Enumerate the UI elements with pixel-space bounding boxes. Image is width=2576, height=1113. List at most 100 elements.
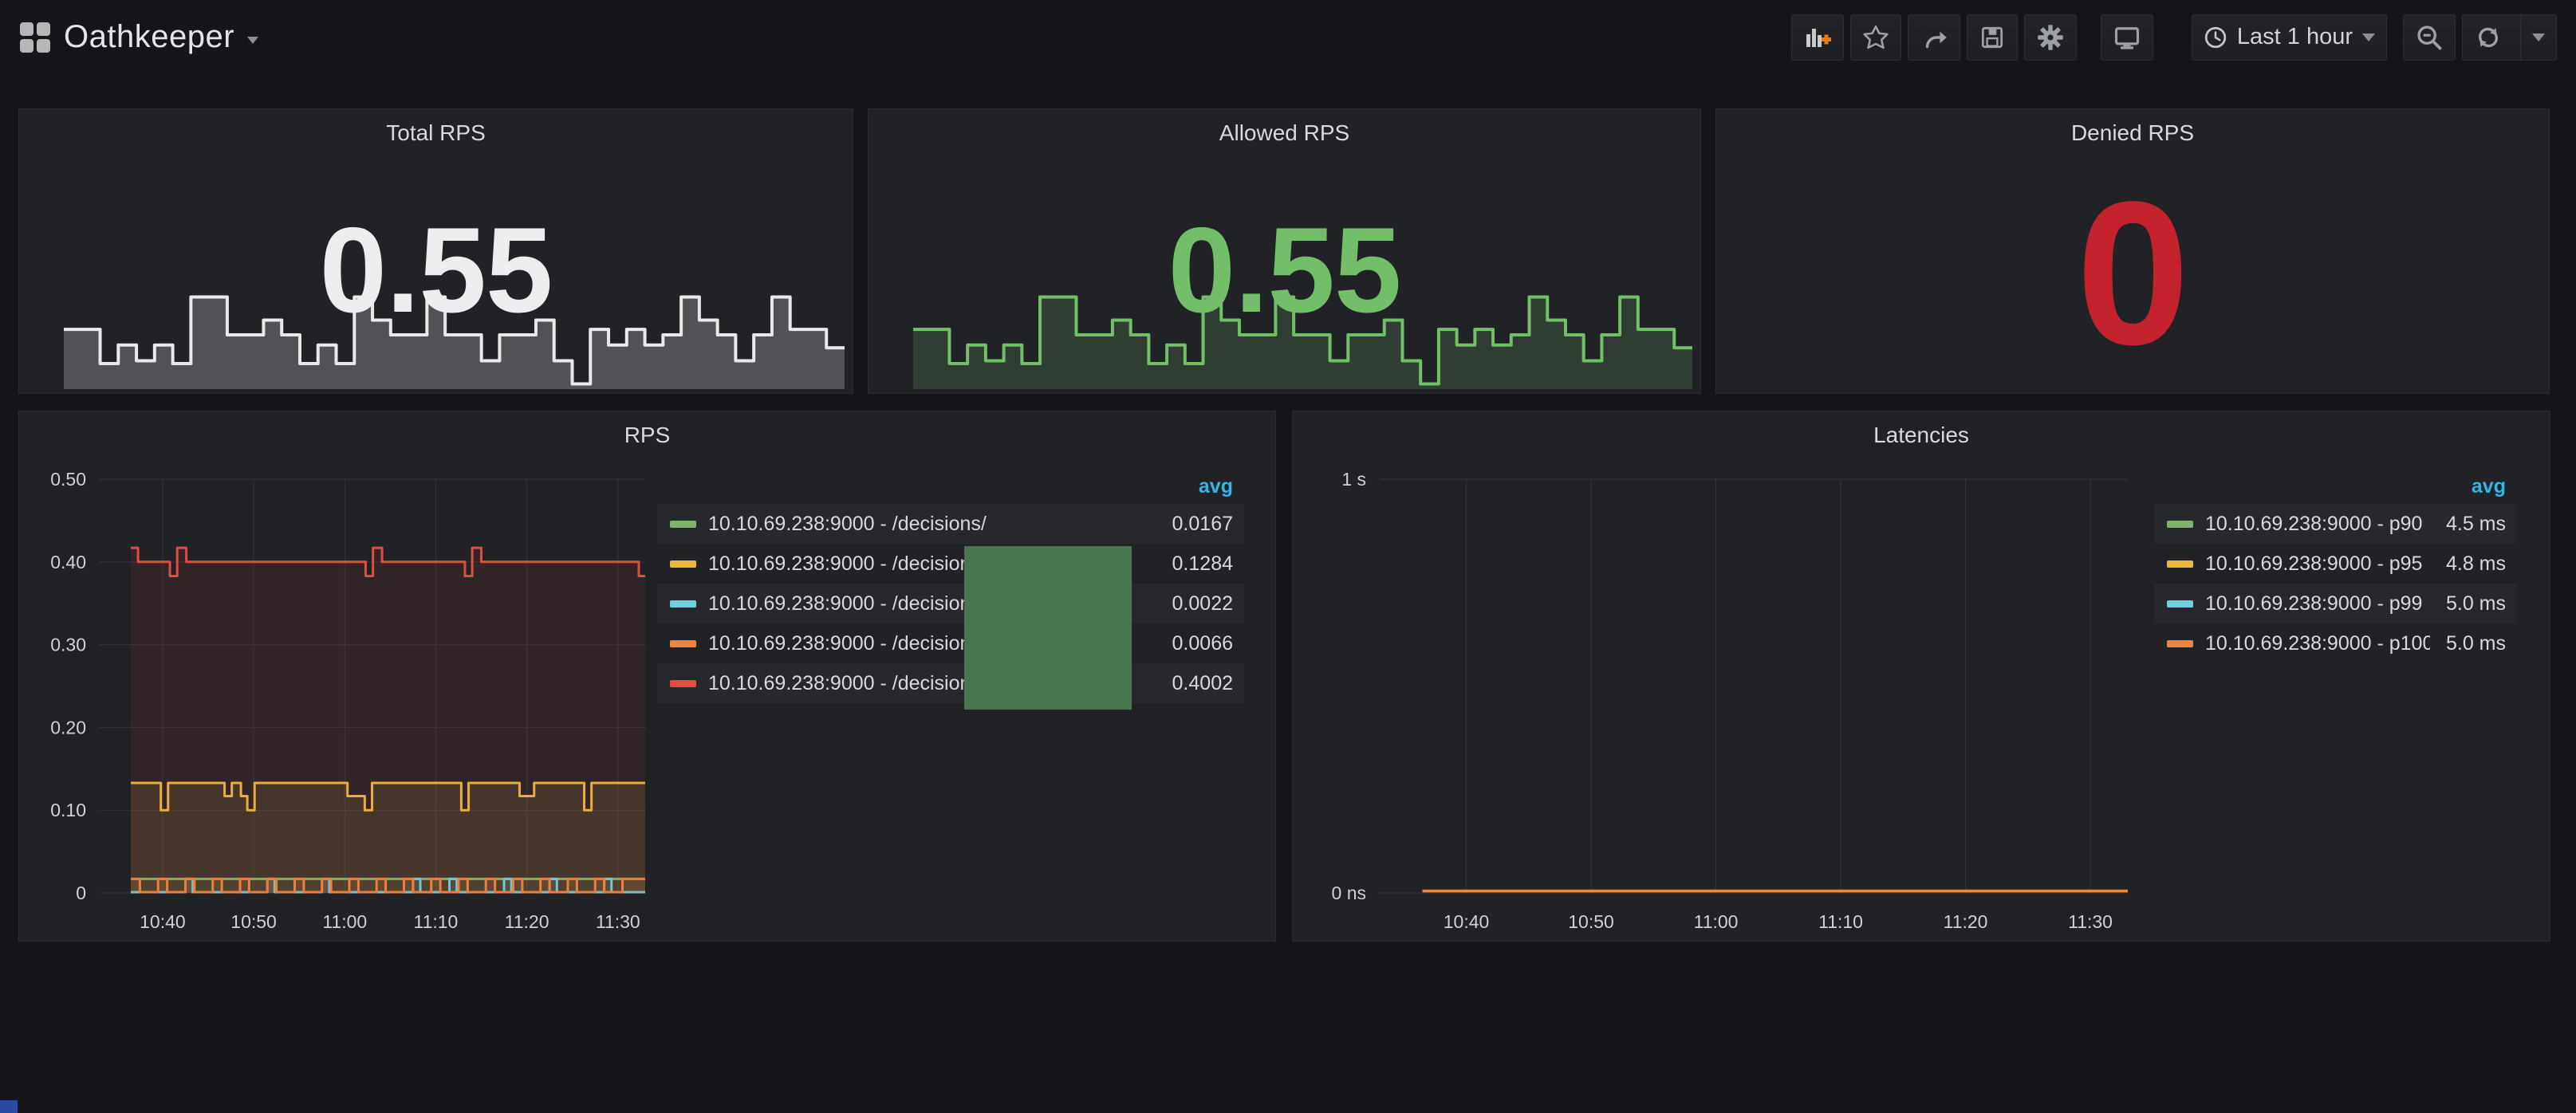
series-color-swatch <box>670 600 696 608</box>
series-avg-value: 0.1284 <box>1172 553 1233 576</box>
legend-row[interactable]: 10.10.69.238:9000 - /decisions/0.1284 <box>657 544 1244 584</box>
dashboard-title-caret-icon <box>247 37 258 44</box>
series-name: 10.10.69.238:9000 - p99 <box>2205 592 2430 615</box>
save-icon <box>1979 24 2006 51</box>
series-color-swatch <box>670 521 696 528</box>
dashboard-title: Oathkeeper <box>64 19 234 55</box>
dashboard-grid-icon <box>19 22 51 53</box>
legend-row[interactable]: 10.10.69.238:9000 - p99 5.0 ms <box>2154 584 2517 623</box>
legend-row[interactable]: 10.10.69.238:9000 - /decisions/0.0167 <box>657 504 1244 544</box>
allowed-rps-value: 0.55 <box>869 210 1700 331</box>
series-avg-value: 5.0 ms <box>2446 592 2506 615</box>
graph-panel-rps: RPS 00.100.200.300.400.5010:4010:5011:00… <box>18 411 1276 942</box>
green-overlay-box <box>964 546 1132 710</box>
svg-text:0.30: 0.30 <box>50 635 86 655</box>
tv-mode-button[interactable] <box>2101 14 2153 61</box>
legend-avg-header[interactable]: avg <box>2154 469 2517 504</box>
series-color-swatch <box>2167 640 2193 647</box>
panel-title[interactable]: Total RPS <box>19 120 853 146</box>
panel-title[interactable]: Allowed RPS <box>869 120 1700 146</box>
svg-text:11:10: 11:10 <box>1818 911 1863 932</box>
refresh-icon <box>2474 23 2503 52</box>
svg-text:11:30: 11:30 <box>2068 911 2113 932</box>
series-name: 10.10.69.238:9000 - p100 <box>2205 632 2430 655</box>
zoom-out-icon <box>2415 23 2444 52</box>
svg-text:10:40: 10:40 <box>140 911 186 932</box>
total-rps-value: 0.55 <box>19 210 853 331</box>
add-panel-button[interactable] <box>1791 14 1844 61</box>
refresh-button[interactable] <box>2462 14 2557 61</box>
series-name: 10.10.69.238:9000 - /decisions/ <box>708 513 1156 536</box>
svg-text:0.20: 0.20 <box>50 717 86 737</box>
star-dashboard-button[interactable] <box>1850 14 1901 61</box>
time-range-caret-icon <box>2362 33 2375 41</box>
time-range-label: Last 1 hour <box>2237 24 2353 50</box>
legend-row[interactable]: 10.10.69.238:9000 - p95 4.8 ms <box>2154 544 2517 584</box>
series-avg-value: 0.0167 <box>1172 513 1233 536</box>
legend-row[interactable]: 10.10.69.238:9000 - /decisions/0.0022 <box>657 584 1244 623</box>
legend-row[interactable]: 10.10.69.238:9000 - /decisions/0.0066 <box>657 623 1244 663</box>
legend-row[interactable]: 10.10.69.238:9000 - p90 4.5 ms <box>2154 504 2517 544</box>
denied-rps-value: 0 <box>1716 171 2549 376</box>
series-avg-value: 0.0066 <box>1172 632 1233 655</box>
stat-panel-allowed-rps: Allowed RPS 0.55 <box>868 108 1701 394</box>
panel-title[interactable]: Denied RPS <box>1716 120 2549 146</box>
save-dashboard-button[interactable] <box>1967 14 2018 61</box>
series-avg-value: 4.5 ms <box>2446 513 2506 536</box>
add-panel-icon <box>1803 24 1832 51</box>
svg-text:10:40: 10:40 <box>1444 911 1490 932</box>
series-color-swatch <box>2167 600 2193 608</box>
svg-text:10:50: 10:50 <box>1568 911 1614 932</box>
star-icon <box>1862 24 1889 51</box>
series-name: 10.10.69.238:9000 - p95 <box>2205 553 2430 576</box>
svg-text:11:20: 11:20 <box>1944 911 1988 932</box>
svg-text:0.10: 0.10 <box>50 800 86 820</box>
svg-text:11:30: 11:30 <box>596 911 640 932</box>
series-avg-value: 5.0 ms <box>2446 632 2506 655</box>
legend-row[interactable]: 10.10.69.238:9000 - p100 5.0 ms <box>2154 623 2517 663</box>
dashboard-header: Oathkeeper <box>0 0 2576 74</box>
svg-text:10:50: 10:50 <box>230 911 277 932</box>
share-dashboard-button[interactable] <box>1908 14 1960 61</box>
rps-legend: avg10.10.69.238:9000 - /decisions/0.0167… <box>657 469 1244 703</box>
svg-text:0.40: 0.40 <box>50 552 86 572</box>
series-avg-value: 0.0022 <box>1172 592 1233 615</box>
svg-text:0 ns: 0 ns <box>1332 883 1366 903</box>
dashboard-settings-button[interactable] <box>2024 14 2077 61</box>
refresh-interval-dropdown[interactable] <box>2520 15 2556 60</box>
svg-text:1 s: 1 s <box>1341 469 1366 490</box>
monitor-icon <box>2113 23 2141 52</box>
gear-icon <box>2036 23 2065 52</box>
series-avg-value: 0.4002 <box>1172 672 1233 695</box>
svg-text:11:20: 11:20 <box>505 911 549 932</box>
series-color-swatch <box>2167 521 2193 528</box>
legend-row[interactable]: 10.10.69.238:9000 - /decisions/0.4002 <box>657 663 1244 703</box>
series-name: 10.10.69.238:9000 - p90 <box>2205 513 2430 536</box>
graph-panel-latencies: Latencies 0 ns1 s10:4010:5011:0011:1011:… <box>1292 411 2550 942</box>
svg-text:11:00: 11:00 <box>322 911 367 932</box>
series-color-swatch <box>670 560 696 568</box>
time-range-picker[interactable]: Last 1 hour <box>2192 14 2387 61</box>
svg-text:0.50: 0.50 <box>50 469 86 490</box>
series-color-swatch <box>670 640 696 647</box>
series-color-swatch <box>2167 560 2193 568</box>
svg-text:0: 0 <box>76 883 86 903</box>
latencies-legend: avg10.10.69.238:9000 - p904.5 ms10.10.69… <box>2154 469 2517 663</box>
latencies-chart-plot[interactable]: 0 ns 1 s 10:40 10:50 11:00 11:10 11:20 11:30 <box>1293 411 2162 946</box>
grafana-dashboard: Oathkeeper <box>0 0 2576 1113</box>
svg-text:11:00: 11:00 <box>1694 911 1739 932</box>
series-color-swatch <box>670 680 696 687</box>
stat-panel-denied-rps: Denied RPS 0 <box>1715 108 2550 394</box>
zoom-out-time-button[interactable] <box>2403 14 2456 61</box>
series-avg-value: 4.8 ms <box>2446 553 2506 576</box>
legend-avg-header[interactable]: avg <box>657 469 1244 504</box>
corner-blue-element <box>0 1100 18 1113</box>
share-icon <box>1920 24 1948 51</box>
clock-icon <box>2204 26 2227 49</box>
svg-text:11:10: 11:10 <box>413 911 458 932</box>
dashboard-title-picker[interactable]: Oathkeeper <box>19 19 258 55</box>
rps-chart-plot[interactable]: 0 0.10 0.20 0.30 0.40 0.50 10:40 10:50 11:00 11:1… <box>19 411 681 946</box>
stat-panel-total-rps: Total RPS 0.55 <box>18 108 853 394</box>
refresh-interval-caret-icon <box>2532 33 2545 41</box>
header-toolbar: Last 1 hour <box>1785 14 2557 61</box>
